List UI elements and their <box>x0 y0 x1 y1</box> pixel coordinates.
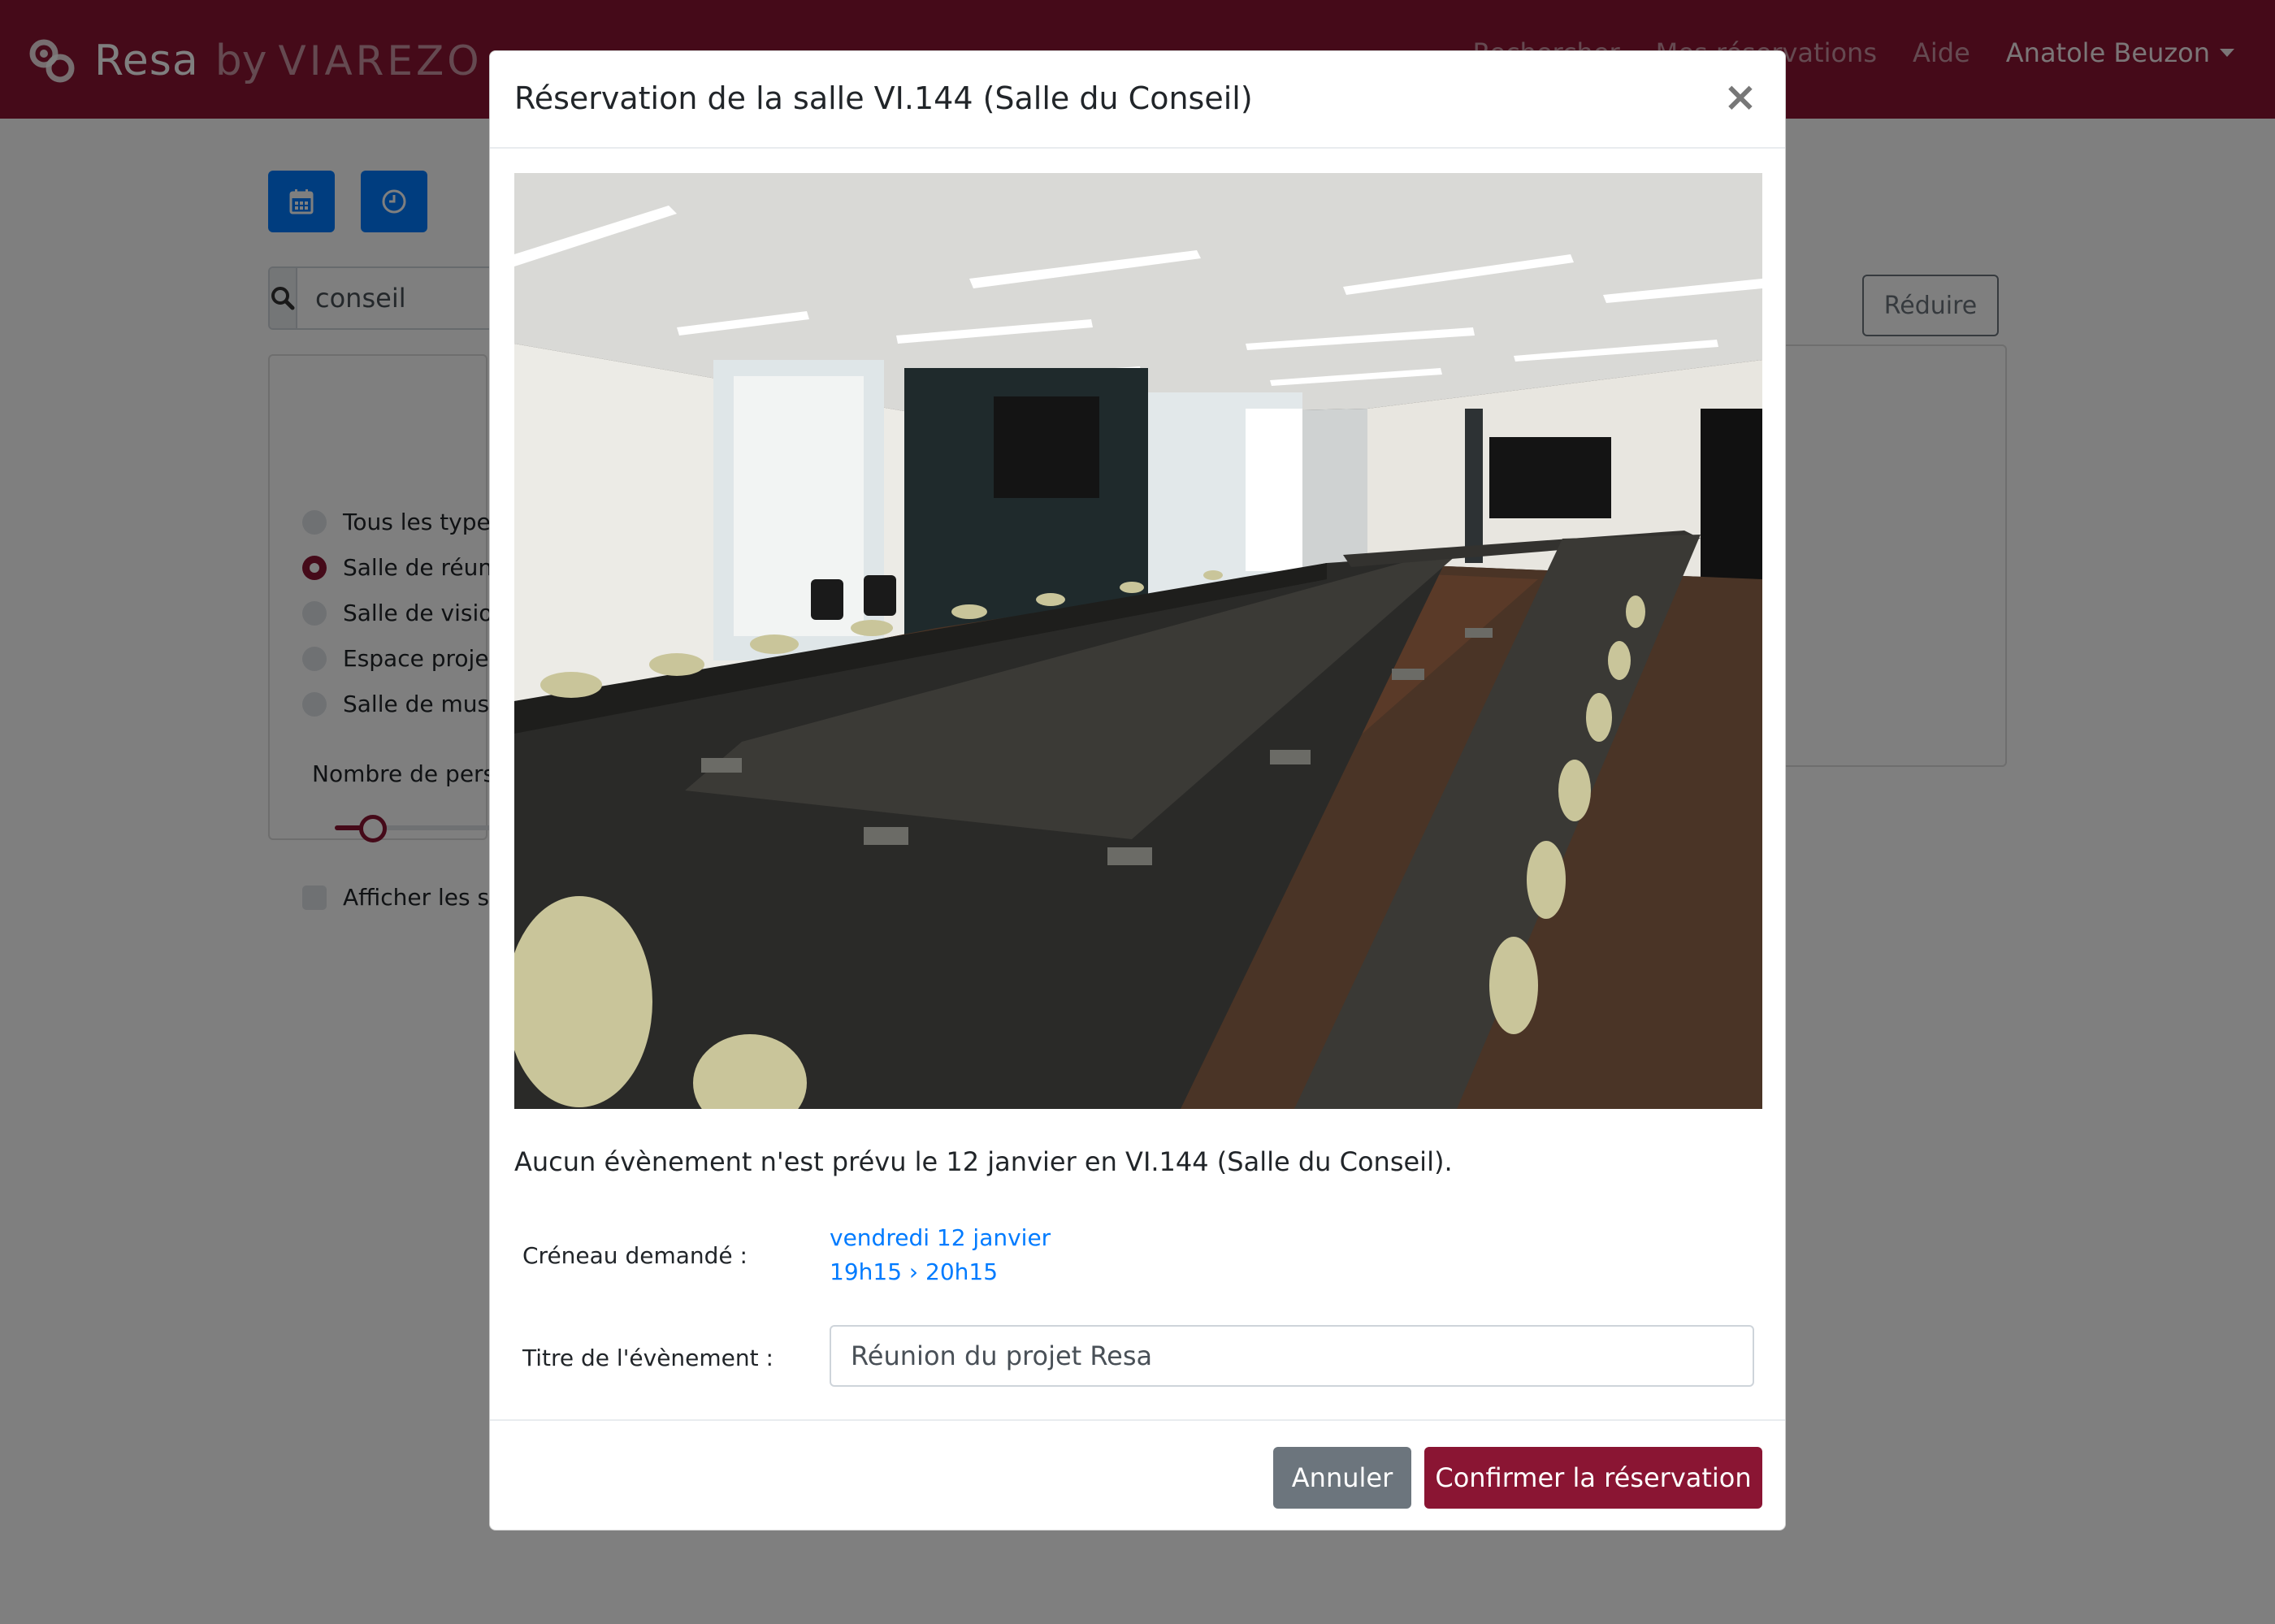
modal-footer: Annuler Confirmer la réservation <box>490 1419 1785 1530</box>
room-photo-image <box>514 173 1762 1109</box>
confirm-reservation-button[interactable]: Confirmer la réservation <box>1424 1447 1762 1509</box>
availability-message: Aucun évènement n'est prévu le 12 janvie… <box>514 1146 1453 1177</box>
room-photo <box>514 173 1762 1109</box>
event-title-input[interactable] <box>830 1325 1754 1387</box>
slot-time-link[interactable]: 19h15 › 20h15 <box>830 1258 998 1285</box>
modal-title: Réservation de la salle VI.144 (Salle du… <box>514 80 1253 116</box>
cancel-button[interactable]: Annuler <box>1273 1447 1411 1509</box>
slot-date-link[interactable]: vendredi 12 janvier <box>830 1224 1051 1251</box>
reservation-modal: Réservation de la salle VI.144 (Salle du… <box>489 50 1786 1531</box>
event-title-label: Titre de l'évènement : <box>522 1345 774 1371</box>
close-icon[interactable]: × <box>1720 72 1761 121</box>
slot-label: Créneau demandé : <box>522 1242 748 1269</box>
modal-header: Réservation de la salle VI.144 (Salle du… <box>490 51 1785 149</box>
